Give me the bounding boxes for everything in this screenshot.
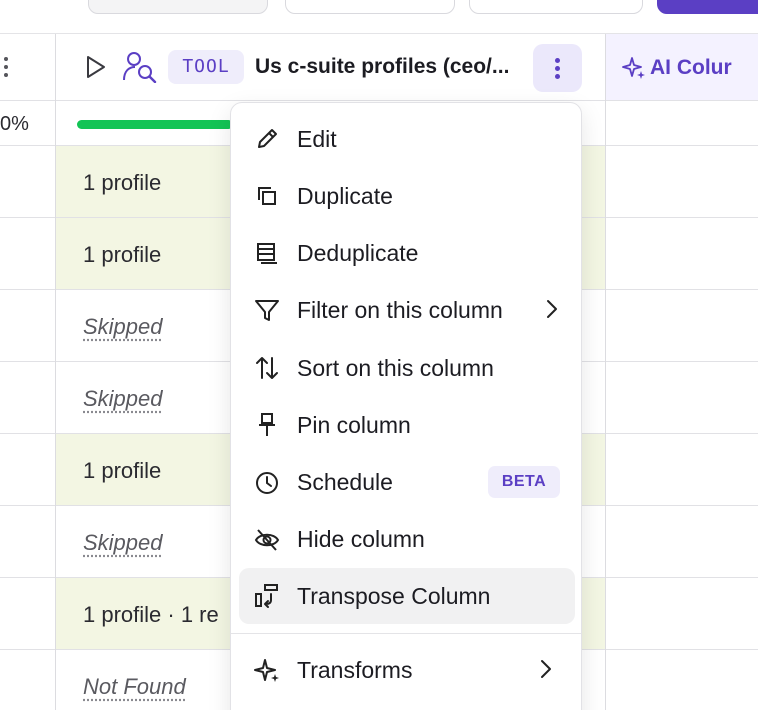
ai-column-title[interactable]: AI Colur: [650, 56, 732, 80]
menu-item-transforms[interactable]: Transforms: [239, 642, 575, 698]
table-row: [0, 362, 55, 434]
column-options-button[interactable]: [533, 44, 582, 92]
left-column: 0%: [0, 34, 56, 710]
table-row: [606, 146, 758, 218]
left-column-summary: 0%: [0, 101, 55, 146]
table-row: [606, 218, 758, 290]
left-column-header: [0, 34, 55, 101]
table-row: [0, 290, 55, 362]
toolbar-button-3[interactable]: [469, 0, 643, 14]
table-row: [606, 434, 758, 506]
toolbar-button-2[interactable]: [285, 0, 455, 14]
person-search-icon: [123, 52, 157, 83]
column-context-menu: Edit Duplicate Deduplicate Filter on thi…: [230, 102, 582, 710]
pin-icon: [259, 413, 275, 436]
chevron-right-icon: [547, 300, 557, 318]
menu-item-label: Hide column: [297, 526, 425, 552]
menu-item-label: Duplicate: [297, 183, 393, 209]
menu-item-schedule[interactable]: Schedule BETA: [239, 454, 575, 510]
pencil-icon: [258, 129, 277, 148]
menu-item-label: Filter on this column: [297, 297, 503, 323]
menu-item-hide[interactable]: Hide column: [239, 511, 575, 567]
table-row: [606, 650, 758, 710]
progress-bar: [77, 120, 233, 129]
table-row: [606, 290, 758, 362]
cell-value: 1 profile: [83, 242, 162, 267]
menu-item-transpose[interactable]: Transpose Column: [239, 568, 575, 624]
table-row: [0, 578, 55, 650]
menu-divider: [231, 633, 581, 634]
menu-item-label: Schedule: [297, 469, 393, 495]
menu-item-duplicate[interactable]: Duplicate: [239, 168, 575, 224]
cell-value: 1 profile · 1 re: [83, 602, 219, 627]
table-row: [606, 362, 758, 434]
menu-item-label: Deduplicate: [297, 240, 419, 266]
table-row: [0, 218, 55, 290]
menu-item-label: Transpose Column: [297, 583, 491, 609]
sparkle-icon: [254, 659, 279, 682]
filter-icon: [255, 300, 279, 321]
sort-icon: [256, 357, 278, 379]
cell-value: Skipped: [83, 386, 163, 411]
toolbar-button-1[interactable]: [88, 0, 268, 14]
menu-item-label: Pin column: [297, 412, 411, 438]
menu-item-deduplicate[interactable]: Deduplicate: [239, 225, 575, 281]
duplicate-icon: [258, 187, 276, 205]
tool-badge: TOOL: [168, 50, 244, 84]
cell-value: Skipped: [83, 530, 163, 555]
play-icon[interactable]: [85, 54, 107, 80]
menu-item-label: Sort on this column: [297, 355, 494, 381]
menu-item-label: Transforms: [297, 657, 413, 683]
sparkle-icon: [622, 57, 645, 79]
transpose-icon: [255, 584, 278, 608]
toolbar-primary-button[interactable]: [657, 0, 758, 14]
column-title[interactable]: Us c-suite profiles (ceo/...: [255, 55, 509, 79]
cell-value: 1 profile: [83, 458, 162, 483]
menu-item-filter[interactable]: Filter on this column: [239, 282, 575, 338]
ai-column: AI Colur: [605, 34, 758, 710]
left-percent: 0%: [0, 113, 29, 135]
tool-column-header[interactable]: TOOL Us c-suite profiles (ceo/...: [56, 34, 605, 101]
table-row: [0, 434, 55, 506]
deduplicate-icon: [257, 243, 277, 264]
eye-off-icon: [254, 529, 280, 551]
top-toolbar: [0, 0, 758, 34]
menu-item-edit[interactable]: Edit: [239, 111, 575, 167]
table-row: [0, 650, 55, 710]
table-row: [0, 506, 55, 578]
table-row: [606, 578, 758, 650]
ai-column-header[interactable]: AI Colur: [606, 34, 758, 101]
table-row: [606, 506, 758, 578]
beta-badge: BETA: [488, 466, 560, 498]
ai-column-summary: [606, 101, 758, 146]
menu-item-pin[interactable]: Pin column: [239, 397, 575, 453]
cell-value: Skipped: [83, 314, 163, 339]
menu-item-label: Edit: [297, 126, 337, 152]
menu-item-sort[interactable]: Sort on this column: [239, 340, 575, 396]
column-menu-icon[interactable]: [2, 56, 10, 78]
chevron-right-icon: [541, 660, 551, 678]
table-row: [0, 146, 55, 218]
clock-icon: [256, 472, 278, 494]
cell-value: Not Found: [83, 674, 186, 699]
cell-value: 1 profile: [83, 170, 162, 195]
